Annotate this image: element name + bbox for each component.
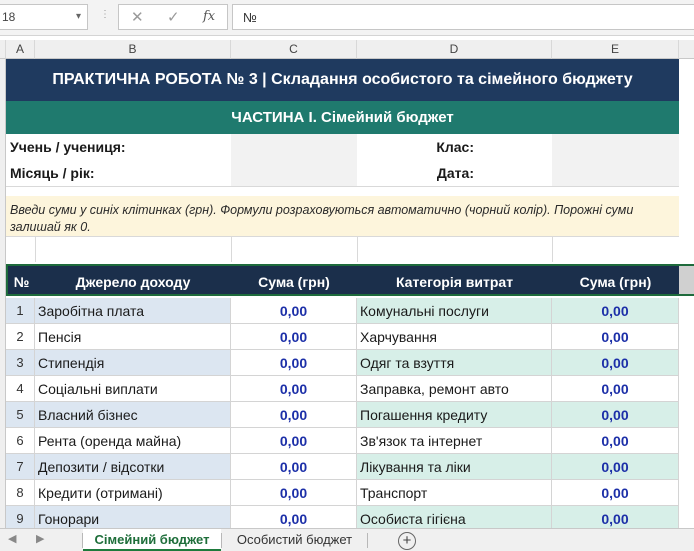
gridline [231, 236, 232, 262]
more-dots-icon[interactable]: ⋮ [100, 9, 110, 20]
formula-bar: 18 ▾ ⋮ ✕ ✓ fx № [0, 0, 694, 36]
expense-sum-input[interactable]: 0,00 [552, 376, 679, 402]
income-sum-input[interactable]: 0,00 [231, 480, 357, 506]
formula-controls: ✕ ✓ fx [118, 4, 228, 30]
income-sum-input[interactable]: 0,00 [231, 324, 357, 350]
income-sum-input[interactable]: 0,00 [231, 298, 357, 324]
tab-personal-budget[interactable]: Особистий бюджет [222, 529, 367, 551]
student-label: Учень / учениця: [10, 139, 126, 155]
income-source-cell[interactable]: Заробітна плата [35, 298, 231, 324]
column-header-c[interactable]: C [231, 40, 357, 59]
row-number[interactable]: 6 [6, 428, 35, 454]
income-sum-input[interactable]: 0,00 [231, 428, 357, 454]
expense-category-cell[interactable]: Комунальні послуги [357, 298, 552, 324]
expense-category-cell[interactable]: Зв'язок та інтернет [357, 428, 552, 454]
gridline [357, 236, 358, 262]
expense-sum-input[interactable]: 0,00 [552, 480, 679, 506]
tab-family-budget[interactable]: Сімейний бюджет [83, 529, 221, 551]
insert-function-icon[interactable]: fx [203, 9, 215, 24]
expense-sum-input[interactable]: 0,00 [552, 350, 679, 376]
tab-scroll-right-icon[interactable]: ▶ [36, 532, 44, 545]
column-header-a[interactable]: A [6, 40, 35, 59]
row-number[interactable]: 4 [6, 376, 35, 402]
expense-sum-input[interactable]: 0,00 [552, 298, 679, 324]
expense-category-cell[interactable]: Одяг та взуття [357, 350, 552, 376]
cancel-icon[interactable]: ✕ [131, 8, 144, 26]
month-field[interactable] [231, 160, 357, 186]
chevron-down-icon[interactable]: ▾ [76, 11, 81, 22]
expense-category-cell[interactable]: Харчування [357, 324, 552, 350]
row-number[interactable]: 5 [6, 402, 35, 428]
date-field[interactable] [552, 160, 679, 186]
income-source-cell[interactable]: Пенсія [35, 324, 231, 350]
class-label: Клас: [436, 139, 474, 155]
add-sheet-icon[interactable]: + [398, 532, 416, 550]
row-number[interactable]: 8 [6, 480, 35, 506]
expense-sum-input[interactable]: 0,00 [552, 324, 679, 350]
expense-category-cell[interactable]: Лікування та ліки [357, 454, 552, 480]
column-header-e[interactable]: E [552, 40, 679, 59]
tab-scroll-left-icon[interactable]: ◀ [8, 532, 16, 545]
gridline [552, 236, 553, 262]
income-source-cell[interactable]: Власний бізнес [35, 402, 231, 428]
column-header-f[interactable] [679, 40, 694, 59]
gridline [6, 186, 679, 187]
expense-category-cell[interactable]: Заправка, ремонт авто [357, 376, 552, 402]
expense-category-cell[interactable]: Транспорт [357, 480, 552, 506]
row-number[interactable]: 3 [6, 350, 35, 376]
student-field[interactable] [231, 134, 357, 160]
row-number[interactable]: 1 [6, 298, 35, 324]
enter-icon[interactable]: ✓ [167, 8, 180, 26]
tab-separator [367, 533, 368, 548]
header-number[interactable]: № [6, 264, 35, 296]
expense-sum-input[interactable]: 0,00 [552, 402, 679, 428]
column-header-b[interactable]: B [35, 40, 231, 59]
sheet-title[interactable]: ПРАКТИЧНА РОБОТА № 3 | Складання особист… [6, 59, 679, 101]
row-number[interactable]: 9 [6, 506, 35, 528]
row-number[interactable]: 2 [6, 324, 35, 350]
expense-sum-input[interactable]: 0,00 [552, 454, 679, 480]
part-title[interactable]: ЧАСТИНА І. Сімейний бюджет [6, 101, 679, 134]
formula-input[interactable]: № [232, 4, 694, 30]
income-source-cell[interactable]: Стипендія [35, 350, 231, 376]
expense-sum-input[interactable]: 0,00 [552, 506, 679, 528]
gridline [6, 236, 679, 237]
income-sum-input[interactable]: 0,00 [231, 454, 357, 480]
header-overflow [679, 264, 694, 296]
expense-category-cell[interactable]: Особиста гігієна [357, 506, 552, 528]
row-number[interactable]: 7 [6, 454, 35, 480]
column-header-d[interactable]: D [357, 40, 552, 59]
income-source-cell[interactable]: Гонорари [35, 506, 231, 528]
header-income-source[interactable]: Джерело доходу [35, 264, 231, 296]
income-sum-input[interactable]: 0,00 [231, 376, 357, 402]
name-box-value: 18 [2, 10, 16, 24]
instruction-note: Введи суми у синіх клітинках (грн). Форм… [6, 196, 679, 236]
header-expense-category[interactable]: Категорія витрат [357, 264, 552, 296]
expense-sum-input[interactable]: 0,00 [552, 428, 679, 454]
date-label: Дата: [436, 165, 474, 181]
income-sum-input[interactable]: 0,00 [231, 350, 357, 376]
header-income-sum[interactable]: Сума (грн) [231, 264, 357, 296]
expense-category-cell[interactable]: Погашення кредиту [357, 402, 552, 428]
income-source-cell[interactable]: Депозити / відсотки [35, 454, 231, 480]
income-sum-input[interactable]: 0,00 [231, 506, 357, 528]
month-label: Місяць / рік: [10, 165, 95, 181]
income-source-cell[interactable]: Кредити (отримані) [35, 480, 231, 506]
gridline [35, 236, 36, 262]
income-source-cell[interactable]: Рента (оренда майна) [35, 428, 231, 454]
worksheet[interactable]: ПРАКТИЧНА РОБОТА № 3 | Складання особист… [0, 59, 694, 528]
income-sum-input[interactable]: 0,00 [231, 402, 357, 428]
name-box[interactable]: 18 ▾ [0, 4, 88, 30]
income-source-cell[interactable]: Соціальні виплати [35, 376, 231, 402]
header-expense-sum[interactable]: Сума (грн) [552, 264, 679, 296]
formula-value: № [243, 10, 257, 25]
class-field[interactable] [552, 134, 679, 160]
sheet-tabs-bar: ◀ ▶ Сімейний бюджет Особистий бюджет + [0, 528, 694, 551]
